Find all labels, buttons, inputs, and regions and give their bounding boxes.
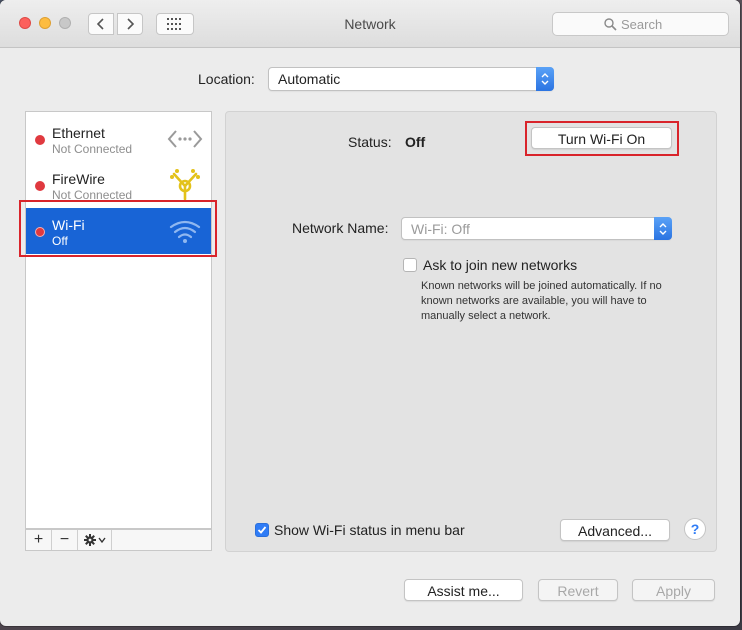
network-name-value: Wi-Fi: Off	[411, 221, 470, 237]
service-name: Ethernet	[52, 125, 105, 141]
title-bar: Network	[0, 0, 740, 48]
location-select[interactable]: Automatic	[268, 67, 554, 91]
checkmark-icon	[257, 526, 267, 534]
network-preferences-window: Network Location: Automatic Ethernet Not…	[0, 0, 740, 626]
ask-to-join-label: Ask to join new networks	[423, 257, 578, 273]
ethernet-icon	[167, 123, 203, 155]
search-input[interactable]	[617, 16, 677, 32]
location-value: Automatic	[278, 71, 341, 87]
stepper-icon	[536, 67, 554, 91]
service-name: FireWire	[52, 171, 105, 187]
status-dot	[35, 135, 45, 145]
show-wifi-status-checkbox[interactable]	[255, 523, 269, 537]
revert-button[interactable]: Revert	[538, 579, 618, 601]
service-item-ethernet[interactable]: Ethernet Not Connected	[26, 116, 211, 162]
location-label: Location:	[198, 71, 255, 87]
firewire-icon	[167, 169, 203, 201]
detail-pane	[225, 111, 717, 552]
wifi-service-highlight	[19, 200, 217, 257]
help-button[interactable]: ?	[684, 518, 706, 540]
show-wifi-status-label: Show Wi-Fi status in menu bar	[274, 522, 465, 538]
status-dot	[35, 181, 45, 191]
advanced-button[interactable]: Advanced...	[560, 519, 670, 541]
gear-icon	[83, 534, 106, 546]
ask-to-join-description: Known networks will be joined automatica…	[421, 280, 662, 322]
turn-wifi-on-highlight	[525, 121, 679, 156]
stepper-icon	[654, 217, 672, 240]
remove-service-button[interactable]: −	[52, 530, 78, 550]
search-field[interactable]	[552, 12, 729, 36]
search-icon	[604, 17, 617, 31]
service-status: Not Connected	[52, 142, 133, 156]
service-list: Ethernet Not Connected FireWire Not Conn…	[25, 111, 212, 529]
status-value: Off	[405, 134, 426, 150]
service-list-toolbar: + −	[25, 529, 212, 551]
ask-to-join-checkbox[interactable]	[403, 258, 417, 272]
status-label: Status:	[348, 134, 392, 150]
add-service-button[interactable]: +	[26, 530, 52, 550]
assist-me-button[interactable]: Assist me...	[404, 579, 523, 601]
network-name-label: Network Name:	[292, 220, 389, 236]
network-name-select[interactable]: Wi-Fi: Off	[401, 217, 672, 240]
service-actions-button[interactable]	[78, 530, 112, 550]
apply-button[interactable]: Apply	[632, 579, 715, 601]
